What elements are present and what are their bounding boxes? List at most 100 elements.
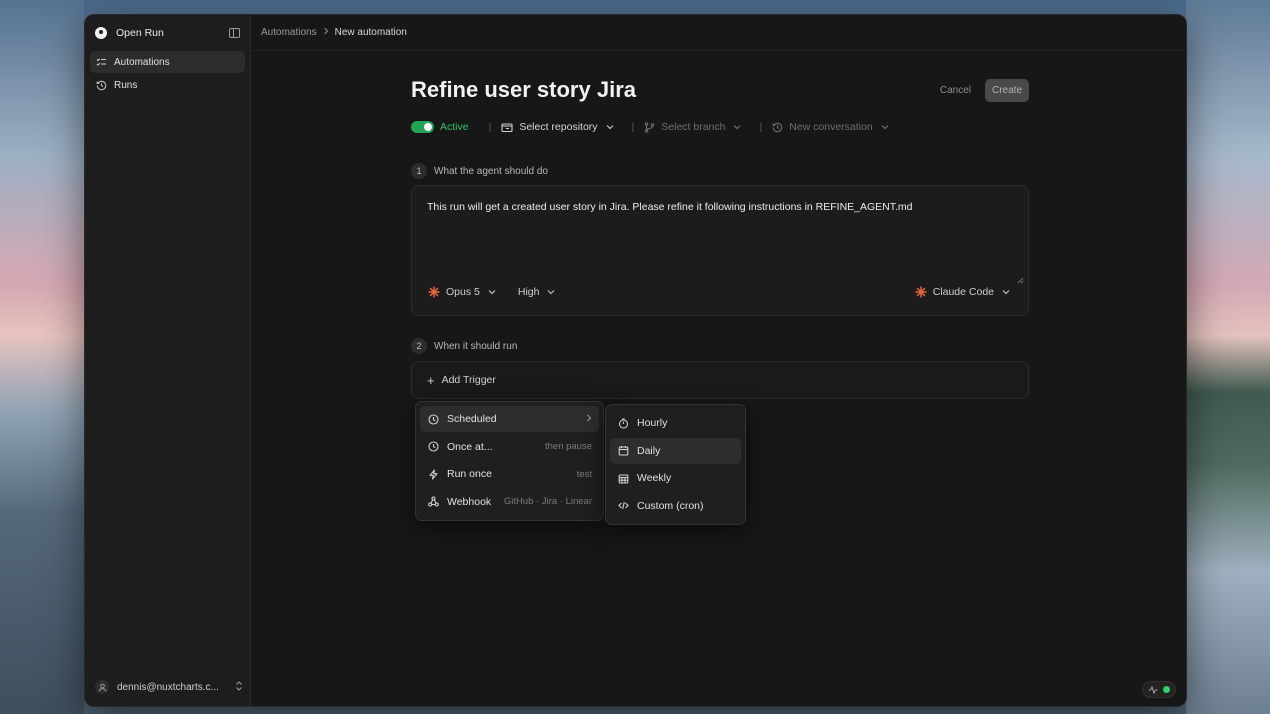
effort-selector[interactable]: High <box>518 286 556 298</box>
page-title[interactable]: Refine user story Jira <box>411 77 940 103</box>
create-button[interactable]: Create <box>984 78 1029 102</box>
trigger-menu: Scheduled Once at... then pause Run once… <box>415 401 604 521</box>
step-1-heading: 1 What the agent should do <box>411 163 548 179</box>
app-name: Open Run <box>116 27 164 39</box>
prompt-controls: Opus 5 High Claude Code <box>428 286 1010 298</box>
connection-status[interactable] <box>1142 681 1176 698</box>
title-row: Refine user story Jira Cancel Create <box>411 77 1029 103</box>
active-toggle[interactable] <box>411 121 434 133</box>
timer-icon <box>617 417 630 429</box>
calendar-grid-icon <box>617 473 630 484</box>
divider: | <box>631 121 635 133</box>
checklist-icon <box>96 57 107 68</box>
active-status-label: Active <box>440 121 469 133</box>
repository-icon <box>501 122 513 133</box>
repository-label: Select repository <box>519 121 598 133</box>
effort-label: High <box>517 286 540 298</box>
desktop-background-right <box>1186 0 1270 714</box>
sidebar-item-label: Runs <box>114 79 138 91</box>
select-branch-dropdown[interactable]: Select branch <box>644 121 741 133</box>
sidebar-item-runs[interactable]: Runs <box>90 74 245 96</box>
app-header: Open Run <box>85 15 250 51</box>
add-trigger-label: Add Trigger <box>441 374 496 386</box>
agent-selector[interactable]: Claude Code <box>914 286 1010 298</box>
user-account-menu[interactable]: dennis@nuxtcharts.c... <box>95 680 243 694</box>
menu-item-hint: then pause <box>544 441 592 452</box>
git-branch-icon <box>644 121 655 133</box>
submenu-item-weekly[interactable]: Weekly <box>610 465 741 491</box>
divider: | <box>488 121 492 133</box>
automation-settings-row: Active | Select repository | Select bran… <box>411 121 1029 133</box>
step-number: 2 <box>411 338 427 354</box>
chevron-right-icon <box>323 27 329 38</box>
sidebar-item-label: Automations <box>114 56 170 68</box>
activity-icon <box>1148 681 1158 699</box>
chevron-right-icon <box>586 413 592 425</box>
model-selector[interactable]: Opus 5 <box>428 286 496 298</box>
submenu-item-label: Daily <box>637 444 661 457</box>
agent-label: Claude Code <box>932 286 994 298</box>
chevron-down-icon <box>488 289 496 295</box>
schedule-submenu: Hourly Daily Weekly Custom (cron) <box>605 404 746 525</box>
clock-icon <box>427 413 440 425</box>
submenu-item-label: Custom (cron) <box>637 499 704 512</box>
step-2-heading: 2 When it should run <box>411 338 517 354</box>
menu-item-label: Once at... <box>447 440 493 453</box>
submenu-item-label: Weekly <box>637 472 672 484</box>
chevron-down-icon <box>547 289 555 295</box>
calendar-icon <box>617 445 630 456</box>
breadcrumb-parent[interactable]: Automations <box>261 27 317 38</box>
resize-handle-icon[interactable] <box>1017 271 1024 289</box>
menu-item-label: Scheduled <box>447 413 497 425</box>
app-logo <box>95 27 107 39</box>
submenu-item-label: Hourly <box>637 417 668 429</box>
chevron-down-icon <box>733 124 741 130</box>
menu-item-label: Run once <box>447 468 492 480</box>
history-icon <box>772 122 783 133</box>
select-repository-dropdown[interactable]: Select repository <box>501 121 613 133</box>
step-label: What the agent should do <box>434 165 548 177</box>
add-trigger-button[interactable]: + Add Trigger <box>411 361 1029 399</box>
sidebar: Open Run Automations Runs dennis@nuxtcha… <box>85 15 251 706</box>
conversation-label: New conversation <box>789 121 873 133</box>
breadcrumb: Automations New automation <box>251 15 1186 51</box>
prompt-editor[interactable]: This run will get a created user story i… <box>411 185 1029 316</box>
submenu-item-custom-cron[interactable]: Custom (cron) <box>610 493 741 519</box>
avatar <box>95 680 109 694</box>
sidebar-nav: Automations Runs <box>85 51 250 96</box>
menu-item-webhook[interactable]: Webhook GitHub · Jira · Linear <box>420 489 599 515</box>
menu-item-hint: test <box>576 468 592 480</box>
main-panel: Automations New automation Refine user s… <box>251 15 1186 706</box>
menu-item-label: Webhook <box>447 495 492 508</box>
sidebar-item-automations[interactable]: Automations <box>90 51 245 73</box>
history-icon <box>96 80 107 91</box>
user-email: dennis@nuxtcharts.c... <box>117 681 219 693</box>
step-number: 1 <box>411 163 427 179</box>
step-label: When it should run <box>434 340 518 352</box>
menu-item-hint: GitHub · Jira · Linear <box>503 496 592 507</box>
status-dot <box>1163 686 1170 693</box>
divider: | <box>759 121 763 133</box>
breadcrumb-current: New automation <box>334 27 407 38</box>
model-label: Opus 5 <box>446 286 480 298</box>
branch-label: Select branch <box>661 121 726 133</box>
menu-item-scheduled[interactable]: Scheduled <box>420 406 599 432</box>
bolt-icon <box>427 468 440 480</box>
chevron-down-icon <box>606 124 614 130</box>
sidebar-toggle-icon[interactable] <box>229 28 240 38</box>
chevron-down-icon <box>881 124 889 130</box>
webhook-icon <box>427 496 440 507</box>
conversation-dropdown[interactable]: New conversation <box>772 121 889 133</box>
app-window: Open Run Automations Runs dennis@nuxtcha… <box>84 14 1187 707</box>
plus-icon: + <box>427 372 435 388</box>
menu-item-run-once[interactable]: Run once test <box>420 461 599 487</box>
submenu-item-hourly[interactable]: Hourly <box>610 410 741 436</box>
claude-icon <box>914 286 927 298</box>
prompt-text[interactable]: This run will get a created user story i… <box>427 201 1013 213</box>
cancel-button[interactable]: Cancel <box>940 85 971 96</box>
menu-item-once-at[interactable]: Once at... then pause <box>420 434 599 460</box>
code-icon <box>617 500 630 511</box>
desktop-background-left <box>0 0 84 714</box>
submenu-item-daily[interactable]: Daily <box>610 437 741 464</box>
clock-icon <box>427 441 440 452</box>
